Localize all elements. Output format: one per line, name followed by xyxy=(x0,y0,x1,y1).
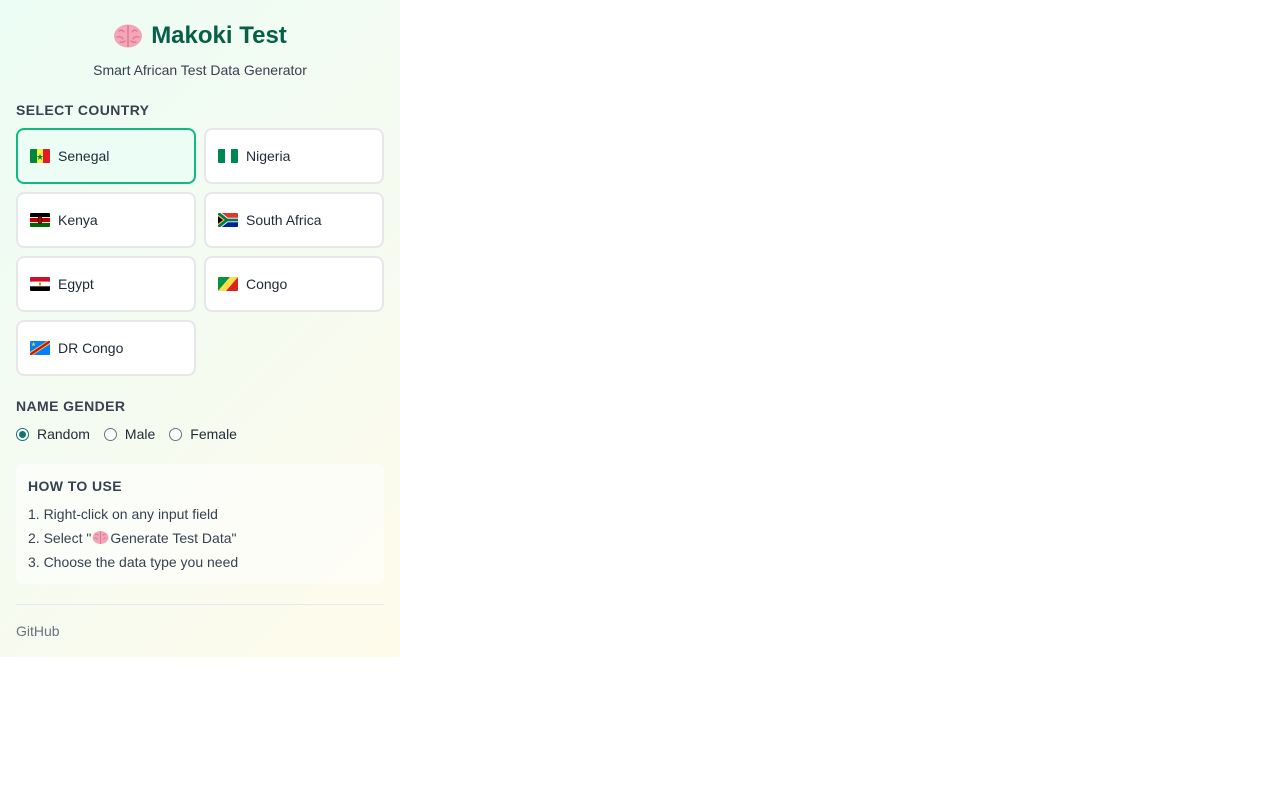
country-name: Egypt xyxy=(58,276,94,292)
step-text: 3. Choose the data type you need xyxy=(28,554,239,570)
country-button-egypt[interactable]: Egypt xyxy=(16,256,196,312)
step-item: 2. Select " Generate Test Data" xyxy=(28,530,372,554)
step-item: 3. Choose the data type you need xyxy=(28,554,372,578)
radio-male[interactable] xyxy=(103,427,117,441)
country-name: Nigeria xyxy=(246,148,291,164)
radio-label: Random xyxy=(37,426,90,442)
app-subtitle: Smart African Test Data Generator xyxy=(93,62,307,78)
country-name: Kenya xyxy=(58,212,98,228)
gender-radio-group: Random Male Female xyxy=(16,425,251,443)
flag-dr-congo-icon xyxy=(30,341,50,355)
step-item: 1. Right-click on any input field xyxy=(28,506,372,530)
how-to-use-title: HOW TO USE xyxy=(28,478,122,494)
brain-icon xyxy=(92,530,109,545)
app-title: Makoki Test xyxy=(16,18,384,54)
extension-popup: Makoki Test Smart African Test Data Gene… xyxy=(0,0,400,657)
app-title-text: Makoki Test xyxy=(151,22,287,49)
footer-divider xyxy=(16,604,384,605)
flag-south-africa-icon xyxy=(218,213,238,227)
flag-kenya-icon xyxy=(30,213,50,227)
country-button-nigeria[interactable]: Nigeria xyxy=(204,128,384,184)
radio-label: Male xyxy=(124,426,156,442)
select-country-label: SELECT COUNTRY xyxy=(16,102,150,118)
step-text-suffix: Generate Test Data" xyxy=(110,530,237,546)
header: Makoki Test Smart African Test Data Gene… xyxy=(16,0,384,80)
country-grid: Senegal Nigeria Kenya South Africa Egypt… xyxy=(16,128,384,376)
country-button-congo[interactable]: Congo xyxy=(204,256,384,312)
flag-senegal-icon xyxy=(30,149,50,163)
radio-female[interactable] xyxy=(169,427,183,441)
gender-option-male[interactable]: Male xyxy=(103,426,156,442)
radio-label: Female xyxy=(190,426,237,442)
flag-egypt-icon xyxy=(30,277,50,291)
flag-congo-icon xyxy=(218,277,238,291)
country-button-senegal[interactable]: Senegal xyxy=(16,128,196,184)
country-button-kenya[interactable]: Kenya xyxy=(16,192,196,248)
step-text: 1. Right-click on any input field xyxy=(28,506,218,522)
step-text-prefix: 2. Select " xyxy=(28,530,92,546)
how-to-use-panel: HOW TO USE 1. Right-click on any input f… xyxy=(16,464,384,584)
gender-option-female[interactable]: Female xyxy=(169,426,237,442)
country-button-south-africa[interactable]: South Africa xyxy=(204,192,384,248)
name-gender-label: NAME GENDER xyxy=(16,398,126,414)
country-name: Senegal xyxy=(58,148,110,164)
country-name: South Africa xyxy=(246,212,322,228)
flag-nigeria-icon xyxy=(218,149,238,163)
github-link[interactable]: GitHub xyxy=(16,623,60,639)
brain-icon xyxy=(114,24,143,48)
how-to-use-steps: 1. Right-click on any input field 2. Sel… xyxy=(28,506,372,578)
gender-option-random[interactable]: Random xyxy=(16,426,90,442)
country-name: DR Congo xyxy=(58,340,124,356)
country-name: Congo xyxy=(246,276,288,292)
radio-random[interactable] xyxy=(16,427,29,441)
country-button-dr-congo[interactable]: DR Congo xyxy=(16,320,196,376)
